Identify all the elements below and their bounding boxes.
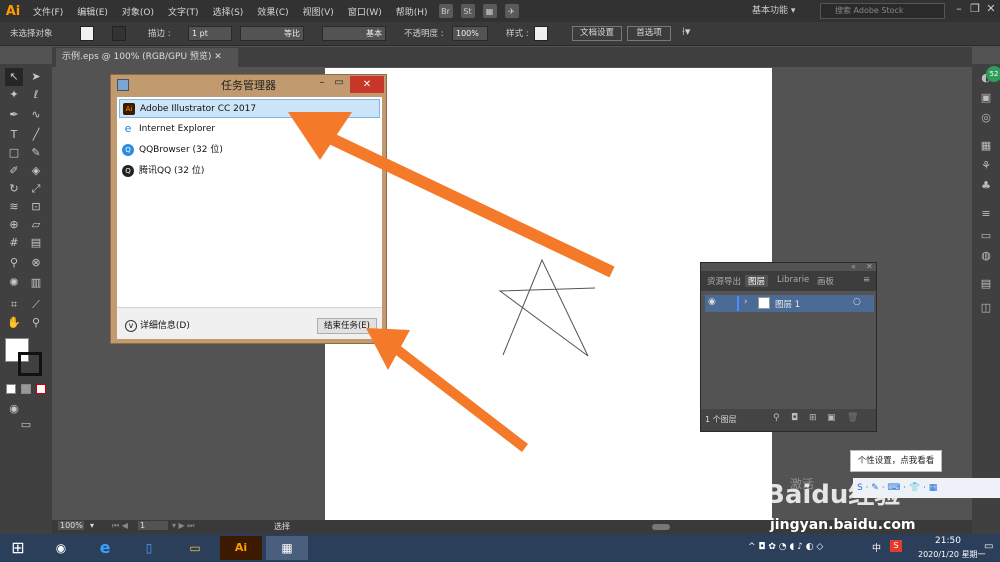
- clock-time[interactable]: 21:50: [935, 536, 961, 546]
- arrowhead-top: [288, 112, 352, 160]
- task-manager-taskbar-icon[interactable]: ▦: [266, 536, 308, 560]
- tray-icons[interactable]: ^ ◘ ✿ ◔ ◖ ♪ ◐ ◇: [748, 542, 823, 552]
- clock-date[interactable]: 2020/1/20 星期一: [918, 549, 986, 560]
- file-explorer-taskbar-icon[interactable]: ▭: [174, 536, 216, 560]
- phone-taskbar-icon[interactable]: ▯: [128, 536, 170, 560]
- illustrator-taskbar-icon[interactable]: Ai: [220, 536, 262, 560]
- arrow-to-illustrator: [327, 132, 615, 278]
- floating-tool-strip[interactable]: S · ✎ · ⌨ · 👕 · ▦: [853, 478, 1000, 498]
- ime-indicator[interactable]: 中: [872, 541, 881, 554]
- notification-icon[interactable]: ▭: [984, 541, 993, 552]
- ie-taskbar-icon[interactable]: e: [84, 536, 126, 560]
- sogou-icon[interactable]: S: [857, 483, 863, 493]
- arrow-to-end-task: [391, 344, 529, 452]
- windows-taskbar: ⊞ ◉ e ▯ ▭ Ai ▦ ^ ◘ ✿ ◔ ◖ ♪ ◐ ◇ 中 S 21:50…: [0, 534, 1000, 562]
- baidu-jingyan-url: jingyan.baidu.com: [770, 517, 916, 533]
- windows-start-icon[interactable]: ⊞: [0, 536, 36, 560]
- personalize-tooltip[interactable]: 个性设置，点我看看: [850, 450, 942, 472]
- qqbrowser-taskbar-icon[interactable]: ◉: [40, 536, 82, 560]
- sogou-tray-icon[interactable]: S: [890, 540, 902, 552]
